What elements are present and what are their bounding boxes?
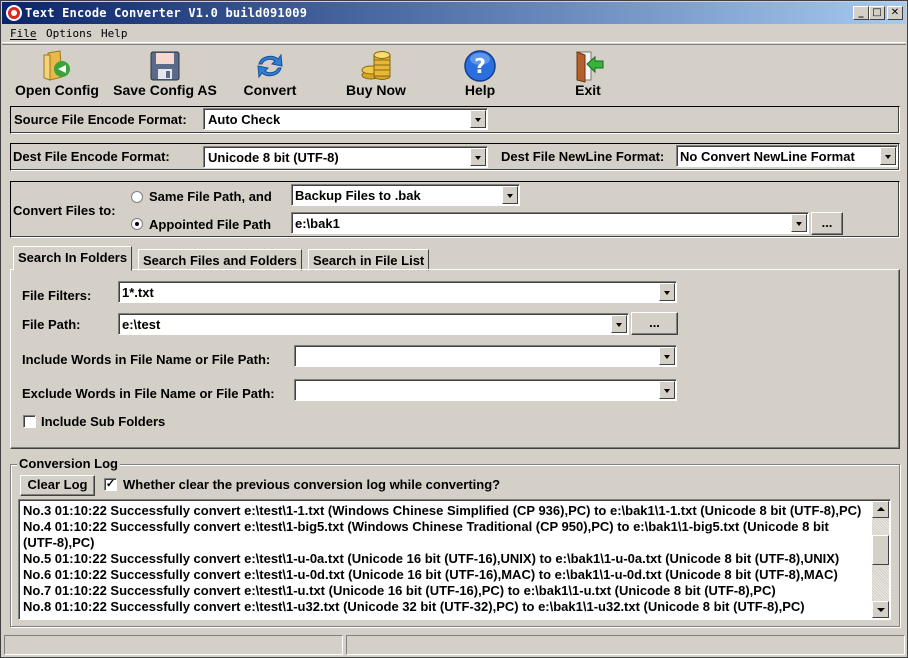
- log-line: No.3 01:10:22 Successfully convert e:\te…: [23, 503, 862, 518]
- backup-option-select[interactable]: Backup Files to .bak: [291, 184, 520, 206]
- log-line: No.5 01:10:22 Successfully convert e:\te…: [23, 551, 840, 566]
- include-sub-folders-label[interactable]: Include Sub Folders: [41, 414, 165, 429]
- menu-help[interactable]: Help: [101, 27, 128, 40]
- open-config-button[interactable]: Open Config: [14, 47, 100, 101]
- appointed-path-radio[interactable]: [131, 218, 143, 230]
- help-button[interactable]: ? Help: [450, 47, 510, 101]
- minimize-button[interactable]: _: [853, 6, 869, 20]
- chevron-down-icon[interactable]: [470, 148, 486, 166]
- title-bar[interactable]: Text Encode Converter V1.0 build091009 _…: [2, 2, 906, 24]
- buy-now-button[interactable]: Buy Now: [340, 47, 412, 101]
- appointed-path-value: e:\bak1: [295, 216, 340, 231]
- dest-format-label: Dest File Encode Format:: [13, 149, 170, 164]
- maximize-button[interactable]: □: [869, 6, 885, 20]
- source-format-label: Source File Encode Format:: [14, 112, 187, 127]
- same-path-radio[interactable]: [131, 191, 143, 203]
- chevron-down-icon[interactable]: [791, 214, 807, 232]
- tab-search-in-folders[interactable]: Search In Folders: [13, 246, 133, 271]
- dest-format-select[interactable]: Unicode 8 bit (UTF-8): [203, 146, 488, 168]
- include-sub-folders-checkbox[interactable]: [23, 415, 36, 428]
- clear-log-button[interactable]: Clear Log: [20, 475, 95, 496]
- scroll-up-arrow-icon[interactable]: [872, 501, 889, 518]
- menu-options[interactable]: Options: [46, 27, 92, 40]
- tab-search-in-file-list[interactable]: Search in File List: [308, 249, 430, 271]
- scroll-down-arrow-icon[interactable]: [872, 601, 889, 618]
- newline-format-value: No Convert NewLine Format: [680, 149, 855, 164]
- appointed-path-browse-button[interactable]: ...: [811, 212, 843, 235]
- convert-to-label: Convert Files to:: [13, 203, 116, 218]
- file-filters-select[interactable]: 1*.txt: [118, 281, 677, 303]
- question-icon: ?: [464, 50, 496, 82]
- file-path-value: e:\test: [122, 317, 161, 332]
- exclude-words-label: Exclude Words in File Name or File Path:: [22, 386, 275, 401]
- log-line: No.6 01:10:22 Successfully convert e:\te…: [23, 567, 838, 582]
- folder-open-icon: [43, 50, 70, 81]
- status-panel-2: [346, 635, 905, 655]
- log-line: No.4 01:10:22 Successfully convert e:\te…: [23, 519, 829, 534]
- chevron-down-icon[interactable]: [611, 315, 627, 333]
- log-line: (UTF-8),PC): [23, 535, 95, 550]
- log-scrollbar[interactable]: [872, 501, 889, 618]
- scroll-thumb[interactable]: [872, 535, 889, 565]
- exit-button[interactable]: Exit: [562, 47, 614, 101]
- chevron-down-icon[interactable]: [880, 147, 896, 165]
- newline-format-label: Dest File NewLine Format:: [501, 149, 665, 164]
- chevron-down-icon[interactable]: [502, 186, 518, 204]
- svg-text:?: ?: [474, 54, 486, 78]
- close-button[interactable]: ✕: [887, 6, 903, 20]
- source-format-value: Auto Check: [208, 112, 281, 127]
- file-filters-value: 1*.txt: [122, 285, 154, 300]
- tab-search-files-and-folders[interactable]: Search Files and Folders: [138, 249, 302, 271]
- window-title: Text Encode Converter V1.0 build091009: [25, 6, 308, 20]
- exit-label: Exit: [575, 82, 601, 98]
- app-logo-icon: [6, 5, 22, 21]
- chevron-down-icon[interactable]: [659, 283, 675, 301]
- clear-previous-label[interactable]: Whether clear the previous conversion lo…: [123, 477, 500, 492]
- file-path-browse-button[interactable]: ...: [631, 312, 678, 335]
- open-config-label: Open Config: [15, 82, 99, 98]
- refresh-arrows-icon: [257, 53, 283, 79]
- buy-now-label: Buy Now: [346, 82, 406, 98]
- file-filters-label: File Filters:: [22, 288, 92, 303]
- save-config-as-label: Save Config AS: [113, 82, 217, 98]
- status-panel-1: [4, 635, 343, 655]
- gold-coins-icon: [361, 51, 391, 80]
- convert-button[interactable]: Convert: [234, 47, 306, 101]
- newline-format-select[interactable]: No Convert NewLine Format: [676, 145, 898, 167]
- exit-door-icon: [576, 51, 604, 83]
- dest-format-value: Unicode 8 bit (UTF-8): [208, 150, 339, 165]
- appointed-path-select[interactable]: e:\bak1: [291, 212, 809, 234]
- conversion-log-list[interactable]: No.3 01:10:22 Successfully convert e:\te…: [18, 499, 891, 620]
- conversion-log-title: Conversion Log: [17, 456, 120, 471]
- exclude-words-select[interactable]: [294, 379, 677, 401]
- include-words-label: Include Words in File Name or File Path:: [22, 352, 271, 367]
- file-path-label: File Path:: [22, 317, 81, 332]
- app-window: Text Encode Converter V1.0 build091009 _…: [0, 0, 908, 658]
- backup-option-value: Backup Files to .bak: [295, 188, 421, 203]
- chevron-down-icon[interactable]: [659, 381, 675, 399]
- help-label: Help: [464, 82, 496, 98]
- menu-bar: File Options Help: [2, 24, 906, 43]
- include-words-select[interactable]: [294, 345, 677, 367]
- file-path-select[interactable]: e:\test: [118, 313, 629, 335]
- chevron-down-icon[interactable]: [470, 110, 486, 128]
- menu-file[interactable]: File: [10, 27, 37, 40]
- save-config-as-button[interactable]: Save Config AS: [110, 47, 220, 101]
- appointed-path-label[interactable]: Appointed File Path: [149, 217, 271, 232]
- same-path-label[interactable]: Same File Path, and: [149, 189, 272, 204]
- convert-label: Convert: [243, 82, 297, 98]
- toolbar: Open Config Save Config AS Convert Buy N…: [2, 44, 906, 102]
- log-line: No.8 01:10:22 Successfully convert e:\te…: [23, 599, 805, 614]
- clear-previous-checkbox[interactable]: ✓: [104, 478, 117, 491]
- floppy-disk-icon: [150, 51, 180, 81]
- chevron-down-icon[interactable]: [659, 347, 675, 365]
- source-format-select[interactable]: Auto Check: [203, 108, 488, 130]
- log-line: No.7 01:10:22 Successfully convert e:\te…: [23, 583, 776, 598]
